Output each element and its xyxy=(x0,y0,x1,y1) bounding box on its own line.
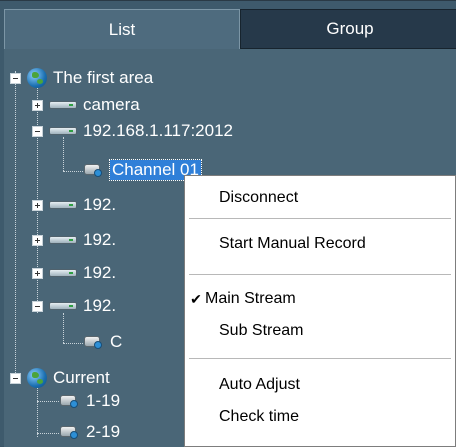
dvr-device-icon xyxy=(49,125,77,137)
camera-icon xyxy=(82,332,104,352)
tree-line xyxy=(63,343,83,344)
tree-item-camera-2[interactable]: 2-19 xyxy=(58,421,120,443)
tree-item-label: camera xyxy=(83,95,140,114)
tree-item-label: 1-19 xyxy=(86,391,121,410)
dvr-device-icon xyxy=(49,234,77,246)
menu-item-disconnect[interactable]: Disconnect xyxy=(185,186,455,210)
menu-item-auto-adjust[interactable]: Auto Adjust xyxy=(185,373,455,397)
menu-item-check-time[interactable]: Check time xyxy=(185,405,455,429)
tree-line xyxy=(63,313,64,343)
tab-group[interactable]: Group xyxy=(240,9,456,49)
collapse-icon[interactable] xyxy=(32,125,43,137)
tree-item-label: 192. xyxy=(83,263,117,282)
menu-item-label: Auto Adjust xyxy=(219,376,300,393)
tree-item-label: 192. xyxy=(83,230,117,249)
tab-group-label: Group xyxy=(326,19,374,38)
menu-separator xyxy=(189,218,451,219)
dvr-device-icon xyxy=(49,199,77,211)
menu-item-label: Start Manual Record xyxy=(219,235,366,252)
tree-line xyxy=(37,401,59,402)
menu-item-start-manual-record[interactable]: Start Manual Record xyxy=(185,232,455,256)
collapse-icon[interactable] xyxy=(32,300,43,312)
dvr-device-icon xyxy=(49,99,77,111)
collapse-icon[interactable] xyxy=(10,72,21,84)
globe-icon xyxy=(27,368,47,388)
tab-list-label: List xyxy=(108,19,136,39)
menu-item-main-stream[interactable]: ✔ Main Stream xyxy=(185,287,455,311)
tree-item-label: 192. xyxy=(83,296,117,315)
menu-item-label: Check time xyxy=(219,408,300,425)
tree-item-camera-1[interactable]: 1-19 xyxy=(58,390,120,412)
tree-item-area2[interactable]: Current xyxy=(10,367,110,389)
tree-item-device[interactable]: 192. xyxy=(32,295,116,317)
tree-line xyxy=(63,137,64,171)
menu-item-sub-stream[interactable]: Sub Stream xyxy=(185,319,455,343)
camera-icon xyxy=(82,160,104,180)
tree-item-label: 192. xyxy=(83,195,117,214)
tree-item-device[interactable]: 192.168.1.117:2012 xyxy=(32,120,233,142)
menu-separator xyxy=(189,274,451,275)
expand-icon[interactable] xyxy=(32,267,43,279)
menu-separator xyxy=(189,358,451,359)
dvr-device-icon xyxy=(49,267,77,279)
tree-item-device[interactable]: 192. xyxy=(32,229,116,251)
tree-item-camera[interactable]: camera xyxy=(32,94,140,116)
tree-item-channel[interactable]: C xyxy=(82,331,122,353)
tree-item-label: 2-19 xyxy=(86,422,121,441)
tree-item-label: Current xyxy=(53,368,110,387)
tree-item-area1[interactable]: The first area xyxy=(10,67,153,89)
device-panel: List Group The first area camera 192.168… xyxy=(0,0,456,447)
dvr-device-icon xyxy=(49,300,77,312)
expand-icon[interactable] xyxy=(32,99,43,111)
tab-bar: List Group xyxy=(4,9,456,49)
tree-item-device[interactable]: 192. xyxy=(32,194,116,216)
tree-item-device[interactable]: 192. xyxy=(32,262,116,284)
tree-line xyxy=(37,433,59,434)
context-menu: Disconnect Start Manual Record ✔ Main Str… xyxy=(184,175,456,447)
menu-item-label: Sub Stream xyxy=(219,322,304,339)
tree-item-label: C xyxy=(110,332,123,351)
globe-icon xyxy=(27,68,47,88)
menu-item-label: Disconnect xyxy=(219,189,299,206)
expand-icon[interactable] xyxy=(32,199,43,211)
tree-line xyxy=(15,71,16,379)
menu-item-label: Main Stream xyxy=(205,290,296,307)
camera-icon xyxy=(58,422,80,442)
collapse-icon[interactable] xyxy=(10,372,21,384)
tree-item-label: The first area xyxy=(53,68,154,87)
tab-list[interactable]: List xyxy=(4,9,240,49)
checkmark-icon: ✔ xyxy=(190,290,202,307)
tree-line xyxy=(63,171,83,172)
expand-icon[interactable] xyxy=(32,234,43,246)
camera-icon xyxy=(58,391,80,411)
tree-item-label: 192.168.1.117:2012 xyxy=(83,121,233,140)
